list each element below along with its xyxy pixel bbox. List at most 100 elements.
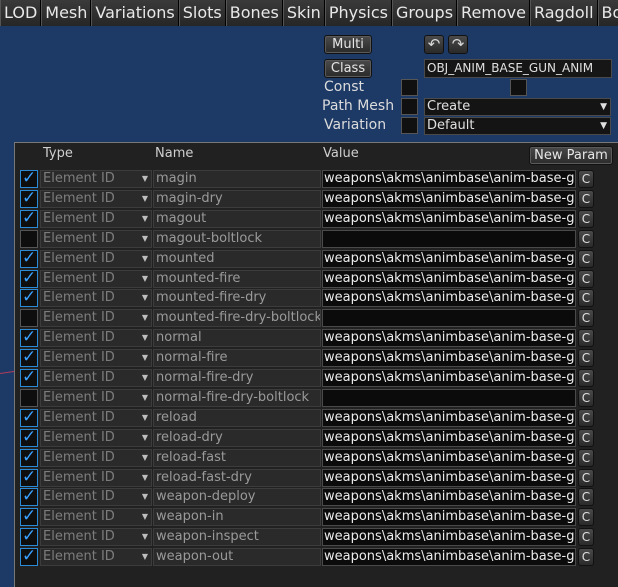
param-value-field[interactable] (322, 309, 576, 328)
param-enabled-checkbox[interactable]: ✓ (20, 486, 38, 507)
class-field[interactable]: OBJ_ANIM_BASE_GUN_ANIM (424, 59, 612, 78)
param-enabled-checkbox[interactable]: ✓ (20, 347, 38, 368)
param-name-field[interactable]: magin (153, 170, 321, 188)
const-checkbox[interactable] (401, 79, 418, 96)
param-c-button[interactable]: C (578, 329, 594, 348)
param-name-field[interactable]: reload-dry (153, 428, 321, 447)
param-type-dropdown[interactable]: Element ID ▼ (40, 289, 152, 308)
param-c-button[interactable]: C (578, 269, 594, 288)
param-type-dropdown[interactable]: Element ID ▼ (40, 329, 152, 348)
param-c-button[interactable]: C (578, 289, 594, 308)
param-c-button[interactable]: C (578, 548, 594, 567)
param-type-dropdown[interactable]: Element ID ▼ (40, 349, 152, 368)
param-c-button[interactable]: C (578, 488, 594, 507)
param-value-field[interactable]: weapons\akms\animbase\anim-base-gun\ (322, 448, 576, 467)
param-c-button[interactable]: C (578, 170, 594, 188)
param-c-button[interactable]: C (578, 209, 594, 228)
param-value-field[interactable]: weapons\akms\animbase\anim-base-gun\ (322, 349, 576, 368)
tab-remove[interactable]: Remove (457, 0, 530, 26)
const-extra-checkbox[interactable] (510, 79, 527, 96)
param-enabled-checkbox[interactable]: ✓ (20, 526, 38, 547)
param-value-field[interactable]: weapons\akms\animbase\anim-base-gun\ (322, 548, 576, 567)
param-c-button[interactable]: C (578, 508, 594, 527)
param-value-field[interactable]: weapons\akms\animbase\anim-base-gun\ (322, 329, 576, 348)
param-value-field[interactable]: weapons\akms\animbase\anim-base-gun\ (322, 289, 576, 308)
param-name-field[interactable]: normal-fire (153, 349, 321, 368)
param-c-button[interactable]: C (578, 189, 594, 208)
tab-bones[interactable]: Bones (225, 0, 283, 26)
param-name-field[interactable]: magin-dry (153, 189, 321, 208)
param-c-button[interactable]: C (578, 249, 594, 268)
path-mesh-dropdown[interactable]: Create ▼ (424, 98, 611, 116)
param-name-field[interactable]: mounted-fire-dry-boltlock (153, 309, 321, 328)
param-name-field[interactable]: normal (153, 329, 321, 348)
param-value-field[interactable]: weapons\akms\animbase\anim-base-gun\ (322, 428, 576, 447)
param-name-field[interactable]: weapon-deploy (153, 488, 321, 507)
param-name-field[interactable]: reload-fast-dry (153, 468, 321, 487)
param-enabled-checkbox[interactable]: ✓ (20, 467, 38, 487)
param-name-field[interactable]: normal-fire-dry-boltlock (153, 388, 321, 407)
tab-mesh[interactable]: Mesh (41, 0, 92, 26)
param-name-field[interactable]: magout (153, 209, 321, 228)
param-value-field[interactable]: weapons\akms\animbase\anim-base-gun\ (322, 269, 576, 288)
param-name-field[interactable]: normal-fire-dry (153, 369, 321, 387)
tab-variations[interactable]: Variations (91, 0, 179, 26)
param-type-dropdown[interactable]: Element ID ▼ (40, 428, 152, 447)
param-value-field[interactable]: weapons\akms\animbase\anim-base-gun\ (322, 528, 576, 547)
param-enabled-checkbox[interactable]: ✓ (20, 287, 38, 308)
param-name-field[interactable]: reload-fast (153, 448, 321, 467)
param-enabled-checkbox[interactable]: ✓ (20, 546, 38, 567)
param-c-button[interactable]: C (578, 388, 594, 407)
param-c-button[interactable]: C (578, 309, 594, 328)
param-type-dropdown[interactable]: Element ID ▼ (40, 388, 152, 407)
tab-skin[interactable]: Skin (282, 0, 325, 26)
tab-groups[interactable]: Groups (392, 0, 458, 26)
param-enabled-checkbox[interactable]: ✓ (20, 208, 38, 228)
param-value-field[interactable]: weapons\akms\animbase\anim-base-gun\ (322, 170, 576, 188)
param-enabled-checkbox[interactable] (20, 229, 38, 248)
param-c-button[interactable]: C (578, 408, 594, 427)
param-type-dropdown[interactable]: Element ID ▼ (40, 309, 152, 328)
new-param-button[interactable]: New Param (529, 146, 613, 165)
param-enabled-checkbox[interactable]: ✓ (20, 248, 38, 268)
param-enabled-checkbox[interactable]: ✓ (20, 447, 38, 467)
tab-body[interactable]: Body (597, 0, 618, 26)
variation-checkbox[interactable] (401, 117, 418, 134)
param-type-dropdown[interactable]: Element ID ▼ (40, 508, 152, 527)
param-name-field[interactable]: mounted (153, 249, 321, 268)
param-type-dropdown[interactable]: Element ID ▼ (40, 408, 152, 427)
param-c-button[interactable]: C (578, 428, 594, 447)
tab-physics[interactable]: Physics (324, 0, 392, 26)
param-enabled-checkbox[interactable]: ✓ (20, 188, 38, 208)
param-value-field[interactable]: weapons\akms\animbase\anim-base-gun\ (322, 408, 576, 427)
param-c-button[interactable]: C (578, 528, 594, 547)
class-button[interactable]: Class (324, 59, 372, 78)
param-enabled-checkbox[interactable]: ✓ (20, 506, 38, 527)
tab-lod[interactable]: LOD (0, 0, 42, 26)
param-value-field[interactable]: weapons\akms\animbase\anim-base-gun\ (322, 508, 576, 527)
tab-ragdoll[interactable]: Ragdoll (529, 0, 598, 26)
param-enabled-checkbox[interactable]: ✓ (20, 268, 38, 288)
param-c-button[interactable]: C (578, 448, 594, 467)
param-value-field[interactable] (322, 229, 576, 248)
param-type-dropdown[interactable]: Element ID ▼ (40, 369, 152, 387)
param-type-dropdown[interactable]: Element ID ▼ (40, 548, 152, 567)
param-type-dropdown[interactable]: Element ID ▼ (40, 170, 152, 188)
param-c-button[interactable]: C (578, 468, 594, 487)
param-name-field[interactable]: magout-boltlock (153, 229, 321, 248)
param-type-dropdown[interactable]: Element ID ▼ (40, 189, 152, 208)
param-enabled-checkbox[interactable]: ✓ (20, 168, 38, 188)
param-type-dropdown[interactable]: Element ID ▼ (40, 229, 152, 248)
param-name-field[interactable]: mounted-fire-dry (153, 289, 321, 308)
param-c-button[interactable]: C (578, 349, 594, 368)
param-value-field[interactable]: weapons\akms\animbase\anim-base-gun\ (322, 369, 576, 387)
variation-dropdown[interactable]: Default ▼ (424, 117, 611, 135)
param-enabled-checkbox[interactable]: ✓ (20, 327, 38, 348)
param-type-dropdown[interactable]: Element ID ▼ (40, 269, 152, 288)
param-type-dropdown[interactable]: Element ID ▼ (40, 528, 152, 547)
path-mesh-checkbox[interactable] (401, 98, 418, 115)
param-type-dropdown[interactable]: Element ID ▼ (40, 488, 152, 507)
redo-icon[interactable]: ↷ (448, 35, 468, 54)
param-value-field[interactable]: weapons\akms\animbase\anim-base-gun\ (322, 249, 576, 268)
param-c-button[interactable]: C (578, 229, 594, 248)
